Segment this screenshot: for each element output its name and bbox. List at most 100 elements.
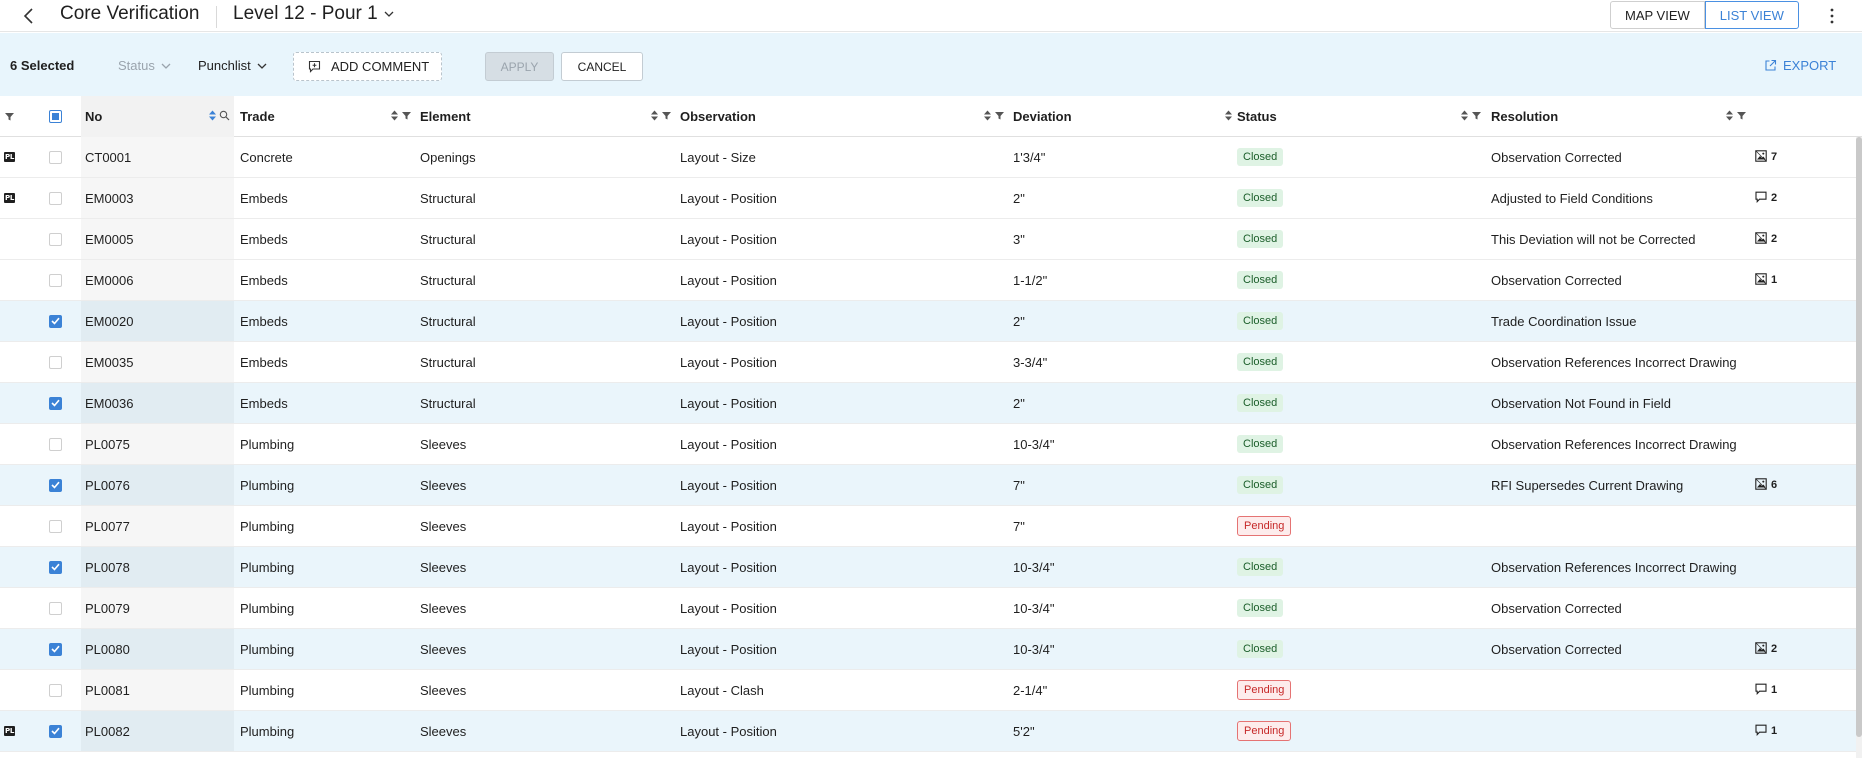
filter-icon[interactable]: [994, 110, 1005, 121]
checked-checkbox[interactable]: [49, 724, 62, 738]
unchecked-checkbox[interactable]: [49, 232, 62, 246]
pour-selector[interactable]: Level 12 - Pour 1: [233, 3, 394, 25]
sort-icon[interactable]: [1725, 109, 1734, 122]
attachment-indicator[interactable]: 2: [1755, 178, 1777, 218]
table-row[interactable]: PL0075 Plumbing Sleeves Layout - Position 10…: [0, 424, 1862, 465]
cell-element: Sleeves: [420, 723, 467, 739]
row-checkbox[interactable]: [49, 711, 63, 751]
sort-icon[interactable]: [1224, 109, 1233, 122]
table-row[interactable]: EM0036 Embeds Structural Layout - Position 2…: [0, 383, 1862, 424]
table-body: PL CT0001 Concrete Openings Layout - Size 1'3…: [0, 137, 1862, 752]
table-row[interactable]: PL0079 Plumbing Sleeves Layout - Position 10…: [0, 588, 1862, 629]
table-row[interactable]: PL0078 Plumbing Sleeves Layout - Position 10…: [0, 547, 1862, 588]
attachment-indicator[interactable]: 1: [1755, 711, 1777, 751]
map-view-button[interactable]: MAP VIEW: [1610, 1, 1705, 29]
sort-icon[interactable]: [1460, 109, 1469, 122]
select-all-checkbox[interactable]: [49, 96, 63, 137]
row-checkbox[interactable]: [49, 547, 63, 587]
filter-icon[interactable]: [1471, 110, 1482, 121]
table-row[interactable]: PL CT0001 Concrete Openings Layout - Size 1'3…: [0, 137, 1862, 178]
cell-no: EM0020: [81, 301, 234, 341]
unchecked-checkbox[interactable]: [49, 519, 62, 533]
scrollbar-thumb[interactable]: [1856, 137, 1862, 737]
table-row[interactable]: PL0081 Plumbing Sleeves Layout - Clash 2-1/4…: [0, 670, 1862, 711]
search-icon[interactable]: [219, 110, 230, 121]
attachment-count: 2: [1771, 233, 1778, 245]
kebab-menu-icon: [1830, 8, 1834, 24]
attachment-indicator[interactable]: 6: [1755, 465, 1777, 505]
cell-deviation: 10-3/4": [1013, 436, 1055, 452]
row-checkbox[interactable]: [49, 301, 63, 341]
table-row[interactable]: EM0006 Embeds Structural Layout - Position 1…: [0, 260, 1862, 301]
column-header-resolution[interactable]: Resolution: [1487, 96, 1751, 137]
more-menu-button[interactable]: [1826, 5, 1838, 27]
back-button[interactable]: [18, 6, 40, 26]
table-row[interactable]: PL0076 Plumbing Sleeves Layout - Position 7"…: [0, 465, 1862, 506]
sort-icon[interactable]: [983, 109, 992, 122]
column-header-observation[interactable]: Observation: [676, 96, 1009, 137]
punchlist-badge: PL: [4, 137, 24, 177]
row-checkbox[interactable]: [49, 506, 63, 546]
checked-checkbox[interactable]: [49, 396, 62, 410]
filter-icon[interactable]: [401, 110, 412, 121]
cell-observation: Layout - Position: [680, 231, 777, 247]
column-header-status[interactable]: Status: [1233, 96, 1486, 137]
column-header-trade[interactable]: Trade: [236, 96, 416, 137]
row-checkbox[interactable]: [49, 260, 63, 300]
table-row[interactable]: EM0035 Embeds Structural Layout - Position 3…: [0, 342, 1862, 383]
list-view-button[interactable]: LIST VIEW: [1704, 1, 1799, 29]
attachment-indicator[interactable]: 1: [1755, 260, 1777, 300]
pl-filter-header[interactable]: [4, 96, 24, 137]
status-badge: Closed: [1237, 148, 1284, 166]
column-header-no[interactable]: No: [81, 96, 234, 137]
punchlist-dropdown[interactable]: Punchlist: [198, 58, 267, 73]
unchecked-checkbox[interactable]: [49, 683, 62, 697]
row-checkbox[interactable]: [49, 465, 63, 505]
table-row[interactable]: PL0077 Plumbing Sleeves Layout - Position 7"…: [0, 506, 1862, 547]
checked-checkbox[interactable]: [49, 478, 62, 492]
row-checkbox[interactable]: [49, 178, 63, 218]
status-badge: Closed: [1237, 435, 1284, 453]
filter-icon[interactable]: [661, 110, 672, 121]
table-row[interactable]: PL0080 Plumbing Sleeves Layout - Position 10…: [0, 629, 1862, 670]
unchecked-checkbox[interactable]: [49, 150, 62, 164]
table-row[interactable]: EM0005 Embeds Structural Layout - Position 3…: [0, 219, 1862, 260]
export-button[interactable]: EXPORT: [1764, 58, 1836, 73]
unchecked-checkbox[interactable]: [49, 601, 62, 615]
comment-icon: [1755, 683, 1767, 698]
row-checkbox[interactable]: [49, 424, 63, 464]
row-checkbox[interactable]: [49, 588, 63, 628]
checked-checkbox[interactable]: [49, 642, 62, 656]
row-checkbox[interactable]: [49, 383, 63, 423]
table-row[interactable]: PL EM0003 Embeds Structural Layout - Positio…: [0, 178, 1862, 219]
unchecked-checkbox[interactable]: [49, 273, 62, 287]
sort-icon[interactable]: [208, 109, 217, 122]
apply-button[interactable]: APPLY: [485, 52, 554, 81]
row-checkbox[interactable]: [49, 137, 63, 177]
unchecked-checkbox[interactable]: [49, 437, 62, 451]
sort-icon[interactable]: [650, 109, 659, 122]
status-badge: Closed: [1237, 558, 1284, 576]
sort-icon[interactable]: [390, 109, 399, 122]
status-badge: Closed: [1237, 353, 1284, 371]
row-checkbox[interactable]: [49, 219, 63, 259]
vertical-scrollbar[interactable]: [1856, 137, 1862, 758]
column-header-deviation[interactable]: Deviation: [1009, 96, 1237, 137]
row-checkbox[interactable]: [49, 670, 63, 710]
table-row[interactable]: PL PL0082 Plumbing Sleeves Layout - Position…: [0, 711, 1862, 752]
checked-checkbox[interactable]: [49, 560, 62, 574]
column-header-element[interactable]: Element: [416, 96, 676, 137]
checked-checkbox[interactable]: [49, 314, 62, 328]
unchecked-checkbox[interactable]: [49, 191, 62, 205]
attachment-indicator[interactable]: 2: [1755, 219, 1777, 259]
attachment-indicator[interactable]: 7: [1755, 137, 1777, 177]
attachment-indicator[interactable]: 1: [1755, 670, 1777, 710]
row-checkbox[interactable]: [49, 342, 63, 382]
add-comment-button[interactable]: ADD COMMENT: [293, 52, 442, 81]
cancel-button[interactable]: CANCEL: [561, 52, 643, 81]
unchecked-checkbox[interactable]: [49, 355, 62, 369]
row-checkbox[interactable]: [49, 629, 63, 669]
attachment-indicator[interactable]: 2: [1755, 629, 1777, 669]
filter-icon[interactable]: [1736, 110, 1747, 121]
table-row[interactable]: EM0020 Embeds Structural Layout - Position 2…: [0, 301, 1862, 342]
